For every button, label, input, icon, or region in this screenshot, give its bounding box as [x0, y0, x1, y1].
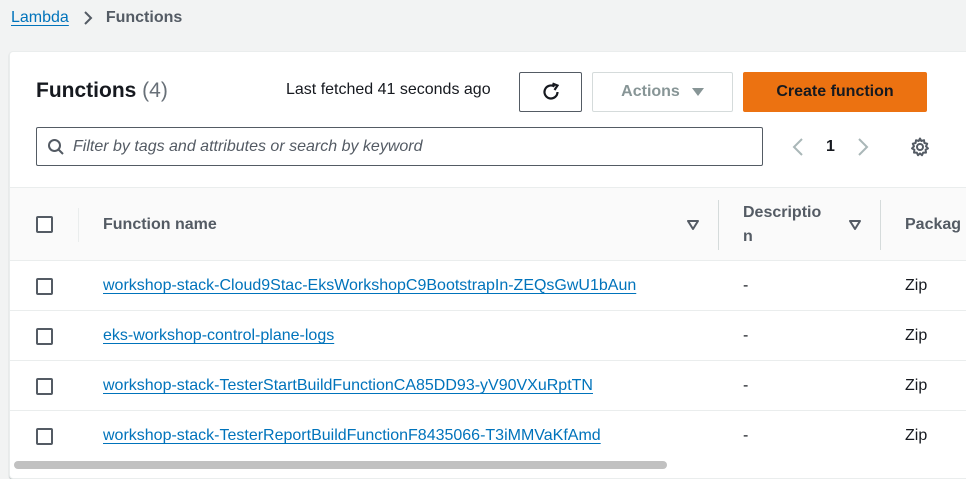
function-name-link[interactable]: eks-workshop-control-plane-logs [103, 327, 334, 345]
refresh-icon [540, 81, 562, 103]
function-package-type: Zip [905, 327, 928, 344]
row-checkbox[interactable] [36, 278, 53, 295]
column-header-description[interactable]: Descriptio n [743, 204, 821, 246]
chevron-right-icon [83, 10, 93, 26]
sort-caret-icon[interactable] [849, 220, 861, 230]
breadcrumb-lambda-link[interactable]: Lambda [11, 9, 69, 27]
table-header: Function name Descriptio n Packag [10, 187, 966, 261]
caret-down-icon [691, 87, 704, 97]
table-row: eks-workshop-control-plane-logs - Zip [10, 312, 966, 361]
settings-gear-icon[interactable] [909, 136, 931, 158]
function-name-link[interactable]: workshop-stack-Cloud9Stac-EksWorkshopC9B… [103, 277, 636, 295]
breadcrumb: Lambda Functions [11, 6, 182, 30]
function-package-type: Zip [905, 277, 928, 294]
function-package-type: Zip [905, 377, 928, 394]
row-checkbox[interactable] [36, 428, 53, 445]
table-row: workshop-stack-TesterReportBuildFunction… [10, 412, 966, 461]
column-resizer[interactable] [718, 200, 719, 250]
horizontal-scrollbar[interactable] [14, 461, 667, 469]
row-checkbox[interactable] [36, 328, 53, 345]
column-header-description-line1: Descriptio [743, 204, 822, 221]
create-function-button[interactable]: Create function [743, 72, 927, 112]
actions-label: Actions [621, 83, 680, 100]
function-description: - [743, 277, 749, 294]
page-title: Functions (4) [36, 79, 168, 103]
previous-page-icon[interactable] [792, 137, 804, 157]
page-title-label: Functions [36, 79, 137, 102]
function-count: (4) [142, 79, 168, 102]
function-description: - [743, 427, 749, 444]
function-name-link[interactable]: workshop-stack-TesterReportBuildFunction… [103, 427, 601, 445]
column-resizer[interactable] [880, 200, 881, 250]
column-header-package[interactable]: Packag [905, 216, 961, 234]
function-package-type: Zip [905, 427, 928, 444]
refresh-button[interactable] [519, 72, 582, 112]
table-row: workshop-stack-Cloud9Stac-EksWorkshopC9B… [10, 262, 966, 311]
function-description: - [743, 377, 749, 394]
next-page-icon[interactable] [857, 137, 869, 157]
select-all-checkbox[interactable] [36, 216, 53, 233]
last-fetched-text: Last fetched 41 seconds ago [286, 81, 491, 98]
column-header-description-line2: n [743, 228, 753, 245]
breadcrumb-current: Functions [105, 9, 183, 26]
current-page-number[interactable]: 1 [826, 138, 835, 156]
column-divider [78, 208, 79, 242]
search-field[interactable] [36, 127, 763, 166]
function-description: - [743, 327, 749, 344]
row-checkbox[interactable] [36, 378, 53, 395]
search-icon [47, 138, 65, 156]
pagination: 1 [792, 134, 869, 160]
actions-dropdown-button[interactable]: Actions [592, 72, 733, 112]
function-name-link[interactable]: workshop-stack-TesterStartBuildFunctionC… [103, 377, 593, 395]
column-header-function-name[interactable]: Function name [103, 216, 217, 234]
table-row: workshop-stack-TesterStartBuildFunctionC… [10, 362, 966, 411]
search-input[interactable] [73, 137, 733, 156]
functions-panel: Functions (4) Last fetched 41 seconds ag… [9, 51, 966, 479]
sort-caret-icon[interactable] [687, 220, 699, 230]
